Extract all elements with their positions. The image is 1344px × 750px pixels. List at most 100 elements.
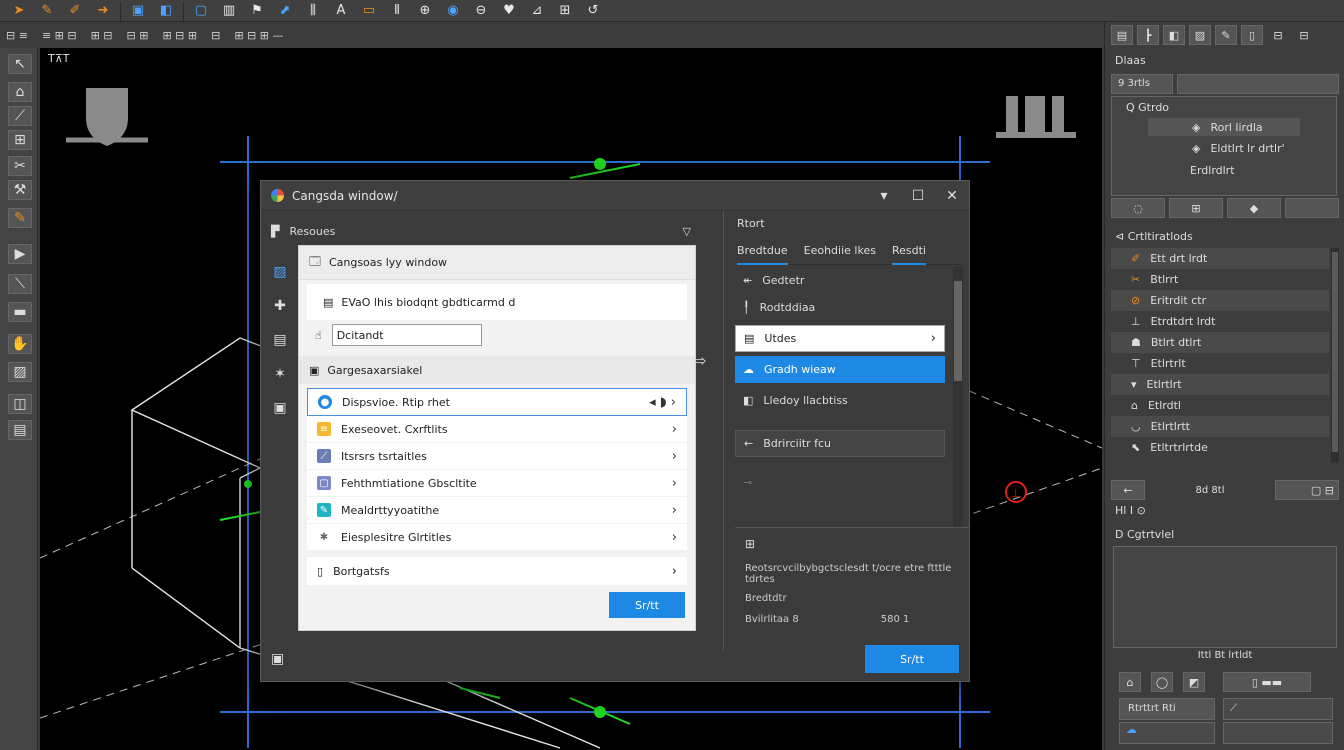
menu-item-help[interactable]: ⊟ (211, 29, 220, 42)
search-icon[interactable]: ◯ (1151, 672, 1173, 692)
save-icon[interactable]: ▣ (269, 391, 291, 425)
dock-edit-icon[interactable]: ✎ (1215, 25, 1237, 45)
dock-list-item[interactable]: ▾ Etlrtlrt (1111, 374, 1329, 395)
pencil-icon[interactable]: ✎ (8, 208, 32, 228)
play-icon[interactable]: ▶ (8, 244, 32, 264)
table-tool-icon[interactable]: ⊞ (554, 2, 576, 20)
filter-icon[interactable]: ▽ (683, 225, 691, 238)
dock-list-item[interactable]: ⊤ Etlrtrlt (1111, 353, 1329, 374)
dock-list-item[interactable]: ⊥ Etrdtdrt lrdt (1111, 311, 1329, 332)
resources-header[interactable]: ▛ Resoues ▽ (271, 219, 691, 243)
text-tool-icon[interactable]: A (330, 2, 352, 20)
image-icon[interactable]: ▨ (8, 362, 32, 382)
dock-list-scrollbar[interactable] (1331, 248, 1339, 462)
list-item[interactable]: ▯ Bortgatsfs › (307, 557, 687, 585)
menu-item-file[interactable]: ⊟ ≡ (6, 29, 28, 42)
tree-settings-icon[interactable]: ◆ (1227, 198, 1281, 218)
menu-item-more[interactable]: ⊞ ⊟ ⊞ — (234, 29, 283, 42)
minimize-icon[interactable]: ▾ (867, 181, 901, 211)
plus-icon[interactable]: ✚ (269, 289, 291, 323)
layers-tool-icon[interactable]: ◧ (155, 2, 177, 20)
right-list-item-selected[interactable]: ▤ Utdes › (735, 325, 945, 352)
move-tool-icon[interactable]: ➜ (92, 2, 114, 20)
snap-tool-icon[interactable]: ⚑ (246, 2, 268, 20)
link-icon[interactable]: ⊸ (735, 469, 945, 496)
bottom-empty-field[interactable] (1223, 722, 1333, 744)
bottom-field[interactable]: Rtrttrt Rti (1119, 698, 1215, 720)
frame-icon[interactable]: ◫ (8, 394, 32, 414)
bottom-right-field[interactable]: ⟋ (1223, 698, 1333, 720)
dock-list-item[interactable]: ⊘ Eritrdit ctr (1111, 290, 1329, 311)
dock-collapse-icon[interactable]: ⊟ (1293, 25, 1315, 45)
layout-icon[interactable]: ▤ (8, 420, 32, 440)
cut-icon[interactable]: ✂ (8, 156, 32, 176)
dock-image-icon[interactable]: ▨ (1189, 25, 1211, 45)
menu-item-view[interactable]: ⊞ ⊟ (91, 29, 113, 42)
slider-field[interactable]: ▯ ▬▬ (1223, 672, 1311, 692)
arrow-tool-icon[interactable]: ➤ (8, 2, 30, 20)
tree-add-icon[interactable]: ◌ (1111, 198, 1165, 218)
dock-tab-1[interactable] (1177, 74, 1339, 94)
dock-list-item[interactable]: ☗ Btlrt dtlrt (1111, 332, 1329, 353)
tree-item[interactable]: ◈ Rorl lirdla (1148, 118, 1300, 136)
grid-icon[interactable]: ⊞ (8, 130, 32, 150)
target-tool-icon[interactable]: ⊕ (414, 2, 436, 20)
dock-expand-icon[interactable]: ⊟ (1267, 25, 1289, 45)
hammer-icon[interactable]: ⚒ (8, 180, 32, 200)
align-tool-icon[interactable]: ⫼ (302, 2, 324, 20)
heart-tool-icon[interactable]: ♥ (498, 2, 520, 20)
pen-tool-icon[interactable]: ✎ (36, 2, 58, 20)
shield-tool-icon[interactable]: ◉ (442, 2, 464, 20)
brush-tool-icon[interactable]: ✐ (64, 2, 86, 20)
image-tool-icon[interactable]: ▣ (127, 2, 149, 20)
dock-list-item[interactable]: ◡ Etlrtlrtt (1111, 416, 1329, 437)
right-list-item[interactable]: ◧ Lledoy llacbtiss (735, 387, 945, 414)
window-tool-icon[interactable]: ▢ (190, 2, 212, 20)
tree-item[interactable]: Erdlrdlrt (1112, 160, 1336, 180)
tree-grid-icon[interactable]: ⊞ (1169, 198, 1223, 218)
dock-list-item[interactable]: ✂ Btlrrt (1111, 269, 1329, 290)
right-list-item-outlined[interactable]: ← Bdrirciitr fcu (735, 430, 945, 457)
house-icon[interactable]: ⌂ (8, 82, 32, 102)
list-item[interactable]: ⟋ Itsrsrs tsrtaitles › (307, 443, 687, 470)
dock-list-item[interactable]: ✐ Ett drt lrdt (1111, 248, 1329, 269)
select-tool-icon[interactable]: ⬈ (274, 2, 296, 20)
undo-tool-icon[interactable]: ↺ (582, 2, 604, 20)
list-item[interactable]: ▢ Fehthmtiatione Gbscltite › (307, 470, 687, 497)
right-scrollbar[interactable] (953, 267, 963, 527)
tab-2[interactable]: Resdti (891, 237, 926, 265)
save-disk-icon[interactable]: ▣ (271, 651, 284, 667)
line-icon[interactable]: ⟋ (8, 106, 32, 126)
columns-tool-icon[interactable]: ⫴ (386, 2, 408, 20)
chart-tool-icon[interactable]: ⊿ (526, 2, 548, 20)
dialog-ok-button[interactable]: Sr/tt (865, 645, 959, 673)
right-list-item[interactable]: ↞ Gedtetr (735, 267, 945, 294)
dock-tab-0[interactable]: 9 3rtls (1111, 74, 1173, 94)
name-input[interactable] (331, 324, 482, 346)
picture-icon[interactable]: ▨ (269, 255, 291, 289)
list-item[interactable]: ✱ Eiesplesitre Glrtitles › (307, 524, 687, 551)
right-list-item-highlighted[interactable]: ☁ Gradh wieaw (735, 356, 945, 383)
paint-icon[interactable]: ✋ (8, 334, 32, 354)
dock-layout-icon[interactable]: ▤ (1111, 25, 1133, 45)
dock-layers-icon[interactable]: ◧ (1163, 25, 1185, 45)
home-icon[interactable]: ⌂ (1119, 672, 1141, 692)
dock-back-icon[interactable]: ← (1111, 480, 1145, 500)
grid-tool-icon[interactable]: ▥ (218, 2, 240, 20)
folder-tool-icon[interactable]: ▭ (358, 2, 380, 20)
right-list-item[interactable]: ╿ Rodtddiaa (735, 294, 945, 321)
menu-item-tools[interactable]: ⊟ ⊞ (127, 29, 149, 42)
bottom-blue-field[interactable]: ☁ (1119, 722, 1215, 744)
dock-doc-icon[interactable]: ▯ (1241, 25, 1263, 45)
tab-1[interactable]: Eeohdiie lkes (804, 237, 876, 265)
close-icon[interactable]: ✕ (935, 181, 969, 211)
list-item[interactable]: ● Dispsvioe. Rtip rhet ◂ ◗ › (307, 388, 687, 416)
maximize-icon[interactable]: ☐ (901, 181, 935, 211)
edit-square-icon[interactable]: ◩ (1183, 672, 1205, 692)
rect-icon[interactable]: ▬ (8, 302, 32, 322)
list-item[interactable]: ✎ Mealdrttyyoatithe › (307, 497, 687, 524)
dock-window-icon[interactable]: ▢ ⊟ (1275, 480, 1339, 500)
panel-apply-button[interactable]: Sr/tt (609, 592, 685, 618)
dock-list-item[interactable]: ⌂ Etlrdtl (1111, 395, 1329, 416)
dock-list-item[interactable]: ⬉ Etltrtrlrtde (1111, 437, 1329, 458)
